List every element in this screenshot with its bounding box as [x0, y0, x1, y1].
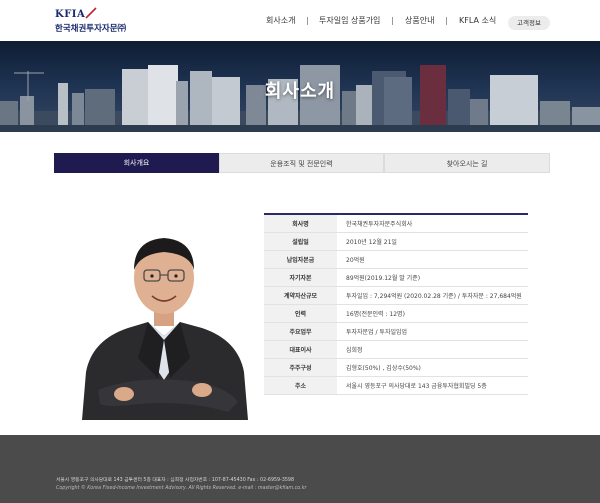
- info-row: 인력 16명(전문인력 : 12명): [264, 305, 528, 323]
- info-row: 주요업무 투자자문업 / 투자일임업: [264, 323, 528, 341]
- nav-item-company[interactable]: 회사소개: [266, 15, 295, 26]
- nav-item-products[interactable]: 상품안내: [405, 15, 434, 26]
- info-value-contract-assets: 투자일임 : 7,294억원 (2020.02.28 기준) / 투자자문 : …: [346, 293, 522, 300]
- info-row: 납입자본금 20억원: [264, 251, 528, 269]
- info-value-company-name: 한국채권투자자문주식회사: [346, 221, 413, 228]
- info-key-ceo: 대표이사: [264, 341, 337, 358]
- hero-banner: 회사소개: [0, 41, 600, 132]
- banner-title: 회사소개: [264, 81, 336, 102]
- info-value-ceo: 심희정: [346, 347, 363, 354]
- info-row: 설립일 2010년 12월 21일: [264, 233, 528, 251]
- info-row: 주주구성 김형호(50%) , 김상수(50%): [264, 359, 528, 377]
- sub-tabs: 회사개요 운용조직 및 전문인력 찾아오시는 길: [54, 153, 550, 173]
- site-footer: 서울시 영등포구 의사당대로 143 금투센터 5층 대표자 : 심희정 사업자…: [0, 435, 600, 503]
- info-key-address: 주소: [264, 377, 337, 394]
- info-key-founded: 설립일: [264, 233, 337, 250]
- info-value-founded: 2010년 12월 21일: [346, 239, 397, 246]
- info-key-paid-in-capital: 납입자본금: [264, 251, 337, 268]
- nav-divider: [307, 17, 308, 25]
- info-key-company-name: 회사명: [264, 215, 337, 232]
- info-key-staff: 인력: [264, 305, 337, 322]
- nav-item-news[interactable]: KFLA 소식: [459, 15, 496, 26]
- footer-address: 서울시 영등포구 의사당대로 143 금투센터 5층 대표자 : 심희정 사업자…: [56, 478, 295, 483]
- info-row: 자기자본 89억원(2019.12월 말 기준): [264, 269, 528, 287]
- info-row: 대표이사 심희정: [264, 341, 528, 359]
- footer-copyright: Copyright © Korea Fixed-Income Investmen…: [56, 486, 307, 491]
- info-row: 주소 서울시 영등포구 의사당대로 143 금융투자협회빌딩 5층: [264, 377, 528, 395]
- info-value-equity: 89억원(2019.12월 말 기준): [346, 275, 421, 282]
- info-row: 회사명 한국채권투자자문주식회사: [264, 215, 528, 233]
- tab-organization[interactable]: 운용조직 및 전문인력: [219, 153, 384, 173]
- nav-divider: [446, 17, 447, 25]
- tab-directions[interactable]: 찾아오시는 길: [384, 153, 550, 173]
- info-value-shareholders: 김형호(50%) , 김상수(50%): [346, 365, 421, 372]
- info-key-contract-assets: 계약자산규모: [264, 287, 337, 304]
- nav-item-discretionary-signup[interactable]: 투자일임 상품가입: [319, 15, 380, 26]
- info-value-staff: 16명(전문인력 : 12명): [346, 311, 405, 318]
- info-key-main-business: 주요업무: [264, 323, 337, 340]
- info-row: 계약자산규모 투자일임 : 7,294억원 (2020.02.28 기준) / …: [264, 287, 528, 305]
- info-key-equity: 자기자본: [264, 269, 337, 286]
- nav-divider: [392, 17, 393, 25]
- info-value-paid-in-capital: 20억원: [346, 257, 365, 264]
- site-header: KFIA 한국채권투자자문㈜ 회사소개 투자일임 상품가입 상품안내 KFLA …: [0, 0, 600, 41]
- info-key-shareholders: 주주구성: [264, 359, 337, 376]
- company-info-table: 회사명 한국채권투자자문주식회사 설립일 2010년 12월 21일 납입자본금…: [264, 213, 528, 395]
- info-value-address: 서울시 영등포구 의사당대로 143 금융투자협회빌딩 5층: [346, 383, 487, 390]
- tab-company-overview[interactable]: 회사개요: [54, 153, 219, 173]
- customer-info-button[interactable]: 고객정보: [508, 16, 550, 30]
- ceo-photo: [82, 238, 248, 420]
- info-value-main-business: 투자자문업 / 투자일임업: [346, 329, 408, 336]
